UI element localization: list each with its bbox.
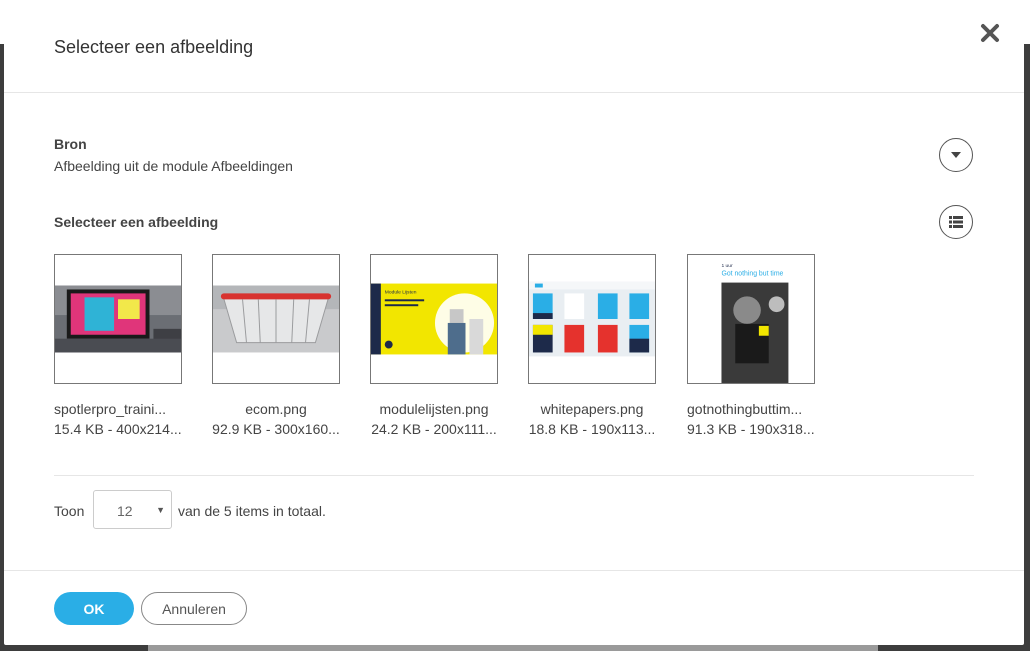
image-grid: spotlerpro_traini... 15.4 KB - 400x214..…: [54, 254, 954, 444]
image-tile[interactable]: spotlerpro_traini... 15.4 KB - 400x214..…: [54, 254, 182, 437]
shopping-cart-thumbnail: [213, 285, 339, 353]
page-size-label: Toon: [54, 503, 85, 519]
image-filename: whitepapers.png: [540, 401, 644, 417]
items-total-text: van de 5 items in totaal.: [178, 503, 326, 519]
image-thumbnail[interactable]: [54, 254, 182, 384]
image-thumbnail[interactable]: [528, 254, 656, 384]
image-filename: ecom.png: [245, 401, 307, 417]
image-meta: 92.9 KB - 300x160...: [212, 421, 340, 437]
thumb-heading: Module Lijsten: [385, 289, 417, 295]
thumb-headline: Got nothing but time: [721, 271, 783, 278]
image-tile[interactable]: 1 uur Got nothing but time gotnothingbut…: [687, 254, 815, 437]
image-tile[interactable]: ecom.png 92.9 KB - 300x160...: [212, 254, 340, 437]
image-meta: 24.2 KB - 200x111...: [371, 421, 497, 437]
page-size-select[interactable]: 12 ▼: [93, 490, 172, 529]
page-size-value: 12: [117, 503, 133, 519]
ok-button[interactable]: OK: [54, 592, 134, 625]
list-view-toggle[interactable]: [939, 205, 973, 239]
source-value: Afbeelding uit de module Afbeeldingen: [54, 158, 293, 174]
caret-down-icon: [951, 152, 961, 158]
image-thumbnail[interactable]: 1 uur Got nothing but time: [687, 254, 815, 384]
gallery-label: Selecteer een afbeelding: [54, 214, 219, 230]
source-dropdown-button[interactable]: [939, 138, 973, 172]
caret-down-icon: ▼: [156, 505, 165, 515]
image-meta: 18.8 KB - 190x113...: [528, 421, 656, 437]
dialog-header: Selecteer een afbeelding: [4, 5, 1024, 93]
select-image-dialog: Selecteer een afbeelding Bron Afbeelding…: [4, 5, 1024, 645]
image-meta: 15.4 KB - 400x214...: [54, 421, 182, 437]
image-filename: modulelijsten.png: [379, 401, 489, 417]
training-photo-thumbnail: [55, 285, 181, 353]
image-meta: 91.3 KB - 190x318...: [687, 421, 815, 437]
dialog-title: Selecteer een afbeelding: [54, 37, 254, 57]
divider: [54, 475, 974, 476]
module-lists-thumbnail: Module Lijsten: [371, 283, 497, 355]
whitepapers-thumbnail: [529, 281, 655, 357]
close-icon[interactable]: [978, 21, 1002, 45]
dialog-footer: OK Annuleren: [4, 570, 1024, 645]
image-filename: spotlerpro_traini...: [54, 401, 167, 417]
got-nothing-thumbnail: 1 uur Got nothing but time: [688, 255, 814, 383]
image-tile[interactable]: Module Lijsten modulelijsten.png 24.2 KB…: [370, 254, 498, 437]
source-label: Bron: [54, 136, 87, 152]
image-thumbnail[interactable]: [212, 254, 340, 384]
thumb-top-text: 1 uur: [721, 263, 733, 269]
image-tile[interactable]: whitepapers.png 18.8 KB - 190x113...: [528, 254, 656, 437]
image-filename: gotnothingbuttim...: [687, 401, 803, 417]
cancel-button[interactable]: Annuleren: [141, 592, 247, 625]
image-thumbnail[interactable]: Module Lijsten: [370, 254, 498, 384]
list-icon: [949, 216, 963, 228]
